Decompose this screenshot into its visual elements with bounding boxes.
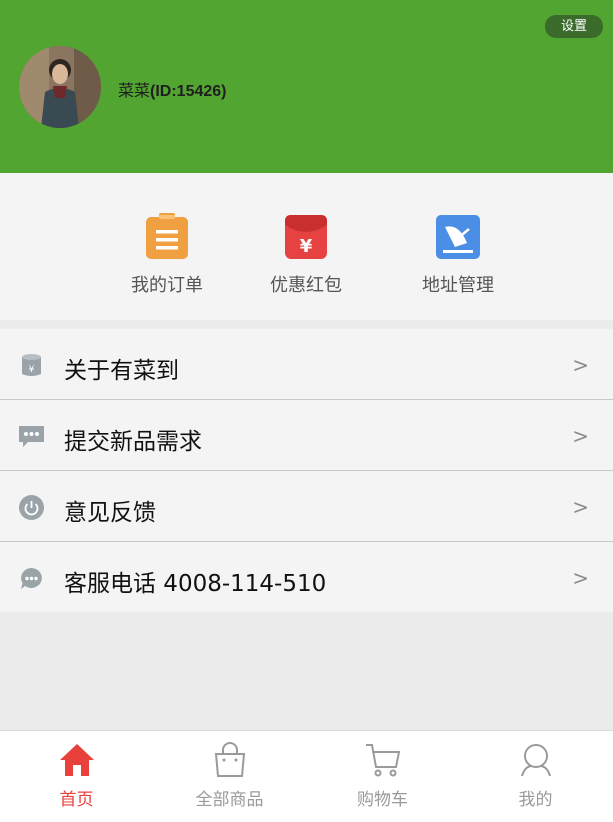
tab-label: 购物车: [357, 790, 408, 810]
avatar[interactable]: [19, 46, 101, 128]
tab-label: 我的: [518, 790, 553, 810]
username-text: 菜菜(ID:15426): [118, 77, 227, 101]
quick-label: 地址管理: [422, 275, 494, 296]
home-icon: [60, 744, 94, 776]
menu-item-feedback[interactable]: 意见反馈 >: [0, 471, 613, 542]
menu-label: 关于有菜到: [64, 358, 179, 384]
quick-coupons[interactable]: ¥ 优惠红包: [236, 173, 376, 320]
chevron-right-icon: >: [572, 495, 589, 519]
chat-bubble-icon: [21, 568, 42, 589]
tab-cart[interactable]: 购物车: [306, 731, 459, 822]
menu-item-about[interactable]: ¥ 关于有菜到 >: [0, 329, 613, 400]
message-icon: [19, 426, 44, 447]
menu-label: 意见反馈: [64, 500, 156, 526]
menu-label: 提交新品需求: [64, 429, 202, 455]
power-icon: [19, 495, 44, 520]
user-icon: [521, 744, 551, 777]
clipboard-icon: [146, 213, 188, 259]
chevron-right-icon: >: [572, 424, 589, 448]
avatar-photo: [19, 46, 101, 128]
tab-all-products[interactable]: 全部商品: [153, 731, 306, 822]
map-icon: [436, 215, 480, 259]
quick-actions: 我的订单 ¥ 优惠红包 地址管理: [0, 173, 613, 320]
menu-label: 客服电话 4008-114-510: [64, 571, 327, 597]
menu-item-customer-service[interactable]: 客服电话 4008-114-510 >: [0, 542, 613, 612]
username: 菜菜: [118, 81, 151, 100]
quick-label: 我的订单: [131, 275, 203, 296]
profile-header: 设置 菜菜(ID:15426): [0, 0, 613, 173]
menu-item-new-product-request[interactable]: 提交新品需求 >: [0, 400, 613, 471]
red-envelope-icon: ¥: [285, 215, 327, 259]
info-cylinder-icon: ¥: [22, 354, 41, 376]
quick-my-orders[interactable]: 我的订单: [97, 173, 237, 320]
chevron-right-icon: >: [572, 353, 589, 377]
svg-text:¥: ¥: [300, 236, 313, 257]
menu-list: ¥ 关于有菜到 > 提交新品需求 > 意见反馈 > 客服电话 4008-114-…: [0, 329, 613, 612]
svg-text:¥: ¥: [29, 365, 35, 375]
tab-me[interactable]: 我的: [459, 731, 612, 822]
chevron-right-icon: >: [572, 566, 589, 590]
settings-button[interactable]: 设置: [545, 15, 603, 38]
tab-label: 首页: [59, 790, 94, 810]
tab-label: 全部商品: [195, 790, 264, 810]
tab-home[interactable]: 首页: [0, 731, 153, 822]
quick-address[interactable]: 地址管理: [388, 173, 528, 320]
shopping-bag-icon: [214, 742, 246, 777]
cart-icon: [366, 744, 401, 777]
user-id: (ID:15426): [150, 83, 227, 100]
quick-label: 优惠红包: [270, 275, 342, 296]
bottom-tab-bar: 首页 全部商品 购物车 我的: [0, 730, 613, 822]
